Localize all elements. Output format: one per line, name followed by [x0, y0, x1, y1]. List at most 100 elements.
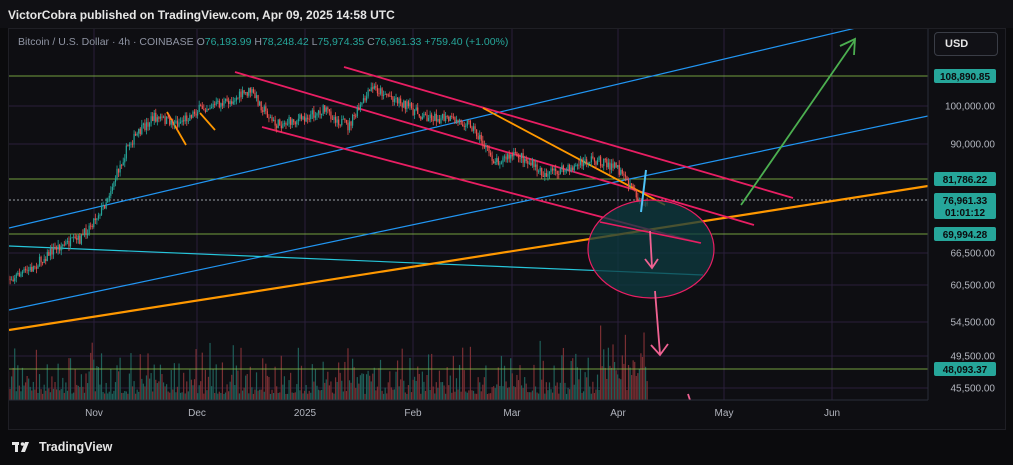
volume-bar [190, 379, 193, 400]
volume-bar [136, 389, 138, 400]
currency-button[interactable]: USD [934, 32, 998, 56]
volume-bar [243, 387, 245, 400]
volume-bar [550, 389, 552, 400]
volume-bar [280, 355, 282, 400]
volume-bar [102, 392, 104, 400]
candle-body [138, 128, 140, 134]
candle-body [237, 97, 239, 99]
candle-body [300, 114, 303, 120]
volume-bar [62, 377, 64, 400]
volume-bar [175, 392, 177, 400]
volume-bar [582, 391, 585, 400]
volume-bar [613, 361, 616, 400]
price-chart[interactable]: Nov Dec 2025 Feb Mar Apr May Jun 100,000.00 90,0… [0, 0, 1013, 465]
volume-bar [474, 393, 476, 400]
volume-bar [152, 391, 154, 400]
volume-bar [525, 383, 527, 400]
volume-bar [406, 393, 408, 400]
volume-bar [46, 364, 48, 400]
candle-body [462, 124, 464, 127]
volume-bar [113, 390, 115, 400]
volume-bar [240, 347, 242, 400]
candle-body [550, 168, 552, 172]
open-label: O [196, 36, 205, 48]
volume-bar [63, 392, 65, 400]
volume-bar [169, 392, 171, 400]
y-axis: 100,000.00 90,000.00 66,500.00 60,500.00 54,… [927, 29, 996, 400]
volume-bar [86, 383, 89, 400]
volume-bar [249, 366, 251, 400]
candle-body [437, 119, 439, 122]
candle-body [485, 146, 487, 148]
candle-body [477, 136, 479, 139]
volume-bar [111, 393, 113, 400]
volume-bar [396, 360, 399, 400]
candle-body [277, 119, 279, 128]
candle-body [271, 117, 273, 121]
candle-body [314, 115, 317, 118]
candle-body [341, 119, 343, 125]
candle-body [559, 169, 561, 175]
volume-bar [319, 390, 321, 400]
candle-body [133, 133, 135, 145]
volume-bar [52, 388, 55, 400]
volume-bar [153, 364, 155, 400]
volume-bar [231, 374, 233, 400]
volume-bar [341, 380, 343, 400]
symbol-legend[interactable]: Bitcoin / U.S. Dollar · 4h · COINBASE O7… [18, 36, 508, 48]
volume-bar [544, 393, 546, 400]
close-value: 76,961.33 [374, 36, 422, 48]
volume-bar [268, 377, 270, 400]
volume-bar [542, 360, 544, 400]
volume-bar [547, 390, 549, 400]
y-tick-label: 60,500.00 [951, 281, 996, 292]
volume-bar [45, 390, 47, 400]
candle-body [192, 111, 194, 118]
y-tick-label: 45,500.00 [951, 384, 996, 395]
candle-body [448, 116, 450, 122]
candle-body [627, 179, 630, 187]
candle-body [564, 169, 566, 173]
y-tick-label: 90,000.00 [951, 140, 996, 151]
candle-body [266, 111, 268, 118]
candle-body [111, 186, 113, 191]
volume-bar [124, 390, 126, 400]
volume-bar [316, 385, 318, 400]
candle-body [356, 107, 358, 117]
candle-body [269, 117, 272, 119]
candle-body [141, 124, 143, 135]
candle-body [96, 218, 98, 221]
volume-bar [59, 390, 61, 400]
volume-bar [359, 375, 361, 400]
candle-body [336, 119, 338, 123]
candle-body [621, 169, 623, 174]
volume-bar [131, 386, 134, 400]
volume-bar [286, 393, 289, 400]
candle-body [460, 119, 462, 125]
volume-bar [14, 348, 16, 400]
volume-bar [49, 392, 51, 400]
candle-body [342, 118, 344, 120]
y-tick-label: 66,500.00 [951, 249, 996, 260]
volume-bar [77, 385, 79, 400]
candle-body [570, 167, 572, 172]
candle-body [513, 152, 515, 157]
tradingview-logo[interactable]: TradingView [12, 440, 112, 454]
candle-body [369, 89, 371, 91]
candle-body [423, 113, 425, 118]
candle-body [197, 112, 199, 116]
candle-body [322, 105, 324, 114]
volume-bar [38, 374, 41, 400]
volume-bar [116, 365, 118, 400]
candle-body [438, 119, 441, 124]
volume-bar [76, 384, 78, 400]
volume-bar [51, 376, 53, 400]
volume-bar [438, 370, 441, 400]
volume-bar [497, 367, 499, 400]
candle-body [494, 162, 496, 164]
volume-bar [348, 380, 351, 400]
volume-bar [172, 389, 174, 400]
candle-body [206, 108, 208, 112]
volume-bar [259, 389, 261, 400]
candle-body [538, 171, 540, 173]
